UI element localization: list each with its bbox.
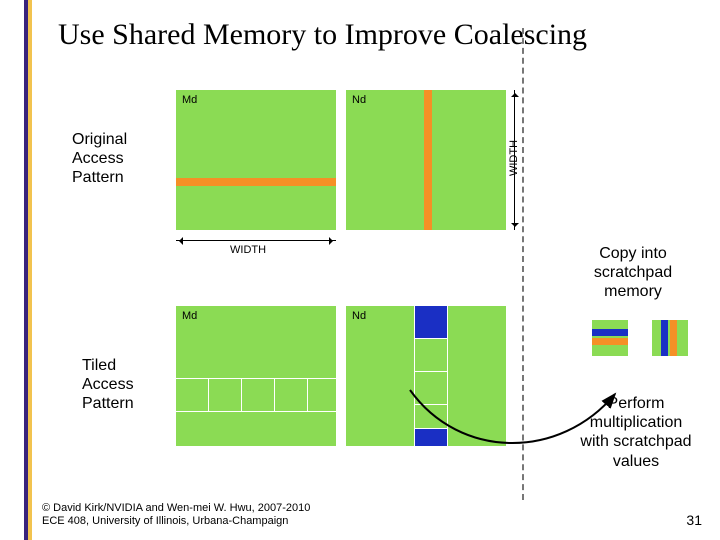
scratchpad-md	[592, 320, 628, 356]
matrix-nd-original: Nd	[346, 90, 506, 230]
tile-block	[415, 306, 447, 338]
nd-label-bottom: Nd	[352, 310, 366, 322]
tile-block	[176, 379, 208, 411]
caption-tiled-text: Tiled Access Pattern	[82, 357, 134, 412]
footer-line1: © David Kirk/NVIDIA and Wen-mei W. Hwu, …	[42, 502, 310, 515]
slide-footer: © David Kirk/NVIDIA and Wen-mei W. Hwu, …	[42, 502, 310, 528]
slide-title: Use Shared Memory to Improve Coalescing	[58, 18, 587, 52]
scratchpad-nd-bar1	[661, 320, 668, 356]
page-number: 31	[686, 512, 702, 528]
width-h-arrow	[176, 240, 336, 241]
tile-block	[275, 379, 307, 411]
footer-line2: ECE 408, University of Illinois, Urbana-…	[42, 515, 310, 528]
slide-accent-bar	[24, 0, 32, 540]
accent-gold	[28, 0, 32, 540]
tile-block	[308, 379, 336, 411]
row-access-highlight	[176, 178, 336, 186]
matrix-md-original: Md	[176, 90, 336, 230]
md-label-bottom: Md	[182, 310, 197, 322]
width-label-h: WIDTH	[230, 244, 266, 256]
width-label-v: WIDTH	[508, 140, 520, 176]
tile-block	[415, 429, 447, 446]
scratchpad-md-bar1	[592, 329, 628, 336]
matrix-md-tiled: Md	[176, 306, 336, 446]
vertical-divider	[522, 28, 524, 500]
note-perform-mult: Perform multiplication with scratchpad v…	[562, 394, 710, 471]
scratchpad-md-bar2	[592, 338, 628, 345]
tile-block	[415, 339, 447, 371]
caption-original: Original Access Pattern	[72, 130, 127, 188]
tile-block	[242, 379, 274, 411]
note-copy-scratchpad-text: Copy into scratchpad memory	[594, 245, 672, 300]
scratchpad-nd	[652, 320, 688, 356]
caption-original-text: Original Access Pattern	[72, 131, 127, 186]
caption-tiled: Tiled Access Pattern	[82, 356, 134, 414]
note-perform-mult-text: Perform multiplication with scratchpad v…	[580, 395, 691, 470]
nd-label-top: Nd	[352, 94, 366, 106]
note-copy-scratchpad: Copy into scratchpad memory	[578, 244, 688, 302]
md-label-top: Md	[182, 94, 197, 106]
col-access-highlight	[424, 90, 432, 230]
scratchpad-nd-bar2	[670, 320, 677, 356]
tile-block	[209, 379, 241, 411]
tile-block	[415, 372, 447, 404]
matrix-nd-tiled: Nd	[346, 306, 506, 446]
